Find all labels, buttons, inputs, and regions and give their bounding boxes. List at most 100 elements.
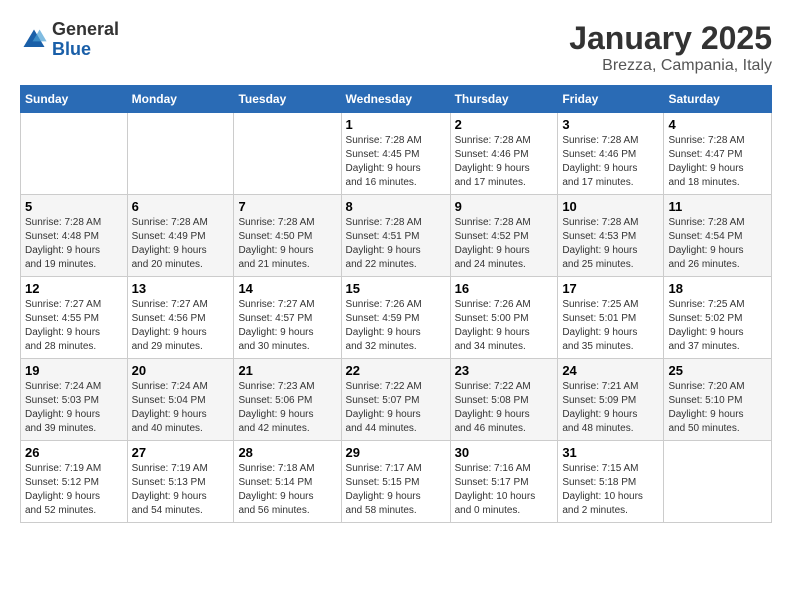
day-info: Sunrise: 7:25 AM Sunset: 5:01 PM Dayligh… (562, 298, 659, 354)
logo-text: General Blue (52, 20, 119, 60)
day-info: Sunrise: 7:20 AM Sunset: 5:10 PM Dayligh… (668, 380, 767, 436)
calendar-week-2: 5Sunrise: 7:28 AM Sunset: 4:48 PM Daylig… (21, 195, 772, 277)
table-row: 29Sunrise: 7:17 AM Sunset: 5:15 PM Dayli… (341, 441, 450, 523)
calendar-week-1: 1 Sunrise: 7:28 AM Sunset: 4:45 PM Daylig… (21, 113, 772, 195)
day-number: 9 (455, 199, 554, 214)
header-monday: Monday (127, 86, 234, 113)
day-number: 27 (132, 445, 230, 460)
header-saturday: Saturday (664, 86, 772, 113)
day-info: Sunrise: 7:26 AM Sunset: 5:00 PM Dayligh… (455, 298, 554, 354)
table-row: 19 Sunrise: 7:24 AM Sunset: 5:03 PM Dayli… (21, 359, 128, 441)
page-header: General Blue January 2025 Brezza, Campan… (20, 20, 772, 75)
day-info: Sunrise: 7:15 AM Sunset: 5:18 PM Dayligh… (562, 462, 659, 518)
day-info: Sunrise: 7:18 AM Sunset: 5:14 PM Dayligh… (238, 462, 336, 518)
header-friday: Friday (558, 86, 664, 113)
table-row: 6 Sunrise: 7:28 AM Sunset: 4:49 PM Daylig… (127, 195, 234, 277)
month-title: January 2025 (569, 20, 772, 57)
day-number: 25 (668, 363, 767, 378)
table-row: 31 Sunrise: 7:15 AM Sunset: 5:18 PM Dayli… (558, 441, 664, 523)
day-number: 16 (455, 281, 554, 296)
day-info: Sunrise: 7:23 AM Sunset: 5:06 PM Dayligh… (238, 380, 336, 436)
table-row: 24 Sunrise: 7:21 AM Sunset: 5:09 PM Dayli… (558, 359, 664, 441)
day-number: 23 (455, 363, 554, 378)
table-row: 4 Sunrise: 7:28 AM Sunset: 4:47 PM Daylig… (664, 113, 772, 195)
table-row: 21 Sunrise: 7:23 AM Sunset: 5:06 PM Dayli… (234, 359, 341, 441)
table-row: 20 Sunrise: 7:24 AM Sunset: 5:04 PM Dayli… (127, 359, 234, 441)
day-number: 7 (238, 199, 336, 214)
table-row: 10 Sunrise: 7:28 AM Sunset: 4:53 PM Dayli… (558, 195, 664, 277)
table-row: 23 Sunrise: 7:22 AM Sunset: 5:08 PM Dayli… (450, 359, 558, 441)
logo-blue: Blue (52, 40, 119, 60)
logo-icon (20, 26, 48, 54)
day-info: Sunrise: 7:28 AM Sunset: 4:47 PM Dayligh… (668, 134, 767, 190)
day-info: Sunrise: 7:22 AM Sunset: 5:08 PM Dayligh… (455, 380, 554, 436)
day-number: 18 (668, 281, 767, 296)
table-row: 22 Sunrise: 7:22 AM Sunset: 5:07 PM Dayli… (341, 359, 450, 441)
table-row: 3 Sunrise: 7:28 AM Sunset: 4:46 PM Daylig… (558, 113, 664, 195)
day-info: Sunrise: 7:28 AM Sunset: 4:45 PM Dayligh… (346, 134, 446, 190)
day-info: Sunrise: 7:24 AM Sunset: 5:03 PM Dayligh… (25, 380, 123, 436)
calendar-week-3: 12 Sunrise: 7:27 AM Sunset: 4:55 PM Dayli… (21, 277, 772, 359)
day-number: 3 (562, 117, 659, 132)
table-row (21, 113, 128, 195)
day-number: 2 (455, 117, 554, 132)
header-wednesday: Wednesday (341, 86, 450, 113)
day-info: Sunrise: 7:19 AM Sunset: 5:13 PM Dayligh… (132, 462, 230, 518)
day-number: 14 (238, 281, 336, 296)
day-number: 1 (346, 117, 446, 132)
logo-general: General (52, 20, 119, 40)
table-row: 26Sunrise: 7:19 AM Sunset: 5:12 PM Dayli… (21, 441, 128, 523)
day-info: Sunrise: 7:21 AM Sunset: 5:09 PM Dayligh… (562, 380, 659, 436)
day-info: Sunrise: 7:28 AM Sunset: 4:53 PM Dayligh… (562, 216, 659, 272)
day-info: Sunrise: 7:25 AM Sunset: 5:02 PM Dayligh… (668, 298, 767, 354)
day-info: Sunrise: 7:27 AM Sunset: 4:56 PM Dayligh… (132, 298, 230, 354)
calendar-week-4: 19 Sunrise: 7:24 AM Sunset: 5:03 PM Dayli… (21, 359, 772, 441)
table-row: 17 Sunrise: 7:25 AM Sunset: 5:01 PM Dayli… (558, 277, 664, 359)
table-row: 8Sunrise: 7:28 AM Sunset: 4:51 PM Daylig… (341, 195, 450, 277)
day-number: 11 (668, 199, 767, 214)
day-info: Sunrise: 7:27 AM Sunset: 4:55 PM Dayligh… (25, 298, 123, 354)
day-number: 21 (238, 363, 336, 378)
table-row: 9 Sunrise: 7:28 AM Sunset: 4:52 PM Daylig… (450, 195, 558, 277)
day-info: Sunrise: 7:24 AM Sunset: 5:04 PM Dayligh… (132, 380, 230, 436)
day-info: Sunrise: 7:28 AM Sunset: 4:49 PM Dayligh… (132, 216, 230, 272)
day-number: 15 (346, 281, 446, 296)
day-info: Sunrise: 7:28 AM Sunset: 4:54 PM Dayligh… (668, 216, 767, 272)
day-number: 31 (562, 445, 659, 460)
table-row (127, 113, 234, 195)
table-row: 16 Sunrise: 7:26 AM Sunset: 5:00 PM Dayli… (450, 277, 558, 359)
day-number: 6 (132, 199, 230, 214)
table-row: 13Sunrise: 7:27 AM Sunset: 4:56 PM Dayli… (127, 277, 234, 359)
day-number: 4 (668, 117, 767, 132)
table-row: 25 Sunrise: 7:20 AM Sunset: 5:10 PM Dayli… (664, 359, 772, 441)
table-row: 18 Sunrise: 7:25 AM Sunset: 5:02 PM Dayli… (664, 277, 772, 359)
day-number: 17 (562, 281, 659, 296)
day-info: Sunrise: 7:27 AM Sunset: 4:57 PM Dayligh… (238, 298, 336, 354)
title-section: January 2025 Brezza, Campania, Italy (569, 20, 772, 75)
table-row: 14 Sunrise: 7:27 AM Sunset: 4:57 PM Dayli… (234, 277, 341, 359)
table-row: 30Sunrise: 7:16 AM Sunset: 5:17 PM Dayli… (450, 441, 558, 523)
day-info: Sunrise: 7:17 AM Sunset: 5:15 PM Dayligh… (346, 462, 446, 518)
table-row (664, 441, 772, 523)
table-row: 28Sunrise: 7:18 AM Sunset: 5:14 PM Dayli… (234, 441, 341, 523)
table-row: 12 Sunrise: 7:27 AM Sunset: 4:55 PM Dayli… (21, 277, 128, 359)
day-info: Sunrise: 7:26 AM Sunset: 4:59 PM Dayligh… (346, 298, 446, 354)
day-number: 24 (562, 363, 659, 378)
table-row: 27 Sunrise: 7:19 AM Sunset: 5:13 PM Dayli… (127, 441, 234, 523)
day-info: Sunrise: 7:28 AM Sunset: 4:46 PM Dayligh… (562, 134, 659, 190)
calendar-table: Sunday Monday Tuesday Wednesday Thursday… (20, 85, 772, 523)
day-info: Sunrise: 7:22 AM Sunset: 5:07 PM Dayligh… (346, 380, 446, 436)
day-number: 22 (346, 363, 446, 378)
table-row (234, 113, 341, 195)
day-number: 10 (562, 199, 659, 214)
day-number: 12 (25, 281, 123, 296)
day-info: Sunrise: 7:28 AM Sunset: 4:46 PM Dayligh… (455, 134, 554, 190)
table-row: 2 Sunrise: 7:28 AM Sunset: 4:46 PM Daylig… (450, 113, 558, 195)
day-number: 20 (132, 363, 230, 378)
day-info: Sunrise: 7:28 AM Sunset: 4:52 PM Dayligh… (455, 216, 554, 272)
table-row: 7Sunrise: 7:28 AM Sunset: 4:50 PM Daylig… (234, 195, 341, 277)
day-info: Sunrise: 7:28 AM Sunset: 4:51 PM Dayligh… (346, 216, 446, 272)
header-tuesday: Tuesday (234, 86, 341, 113)
day-info: Sunrise: 7:19 AM Sunset: 5:12 PM Dayligh… (25, 462, 123, 518)
day-number: 19 (25, 363, 123, 378)
